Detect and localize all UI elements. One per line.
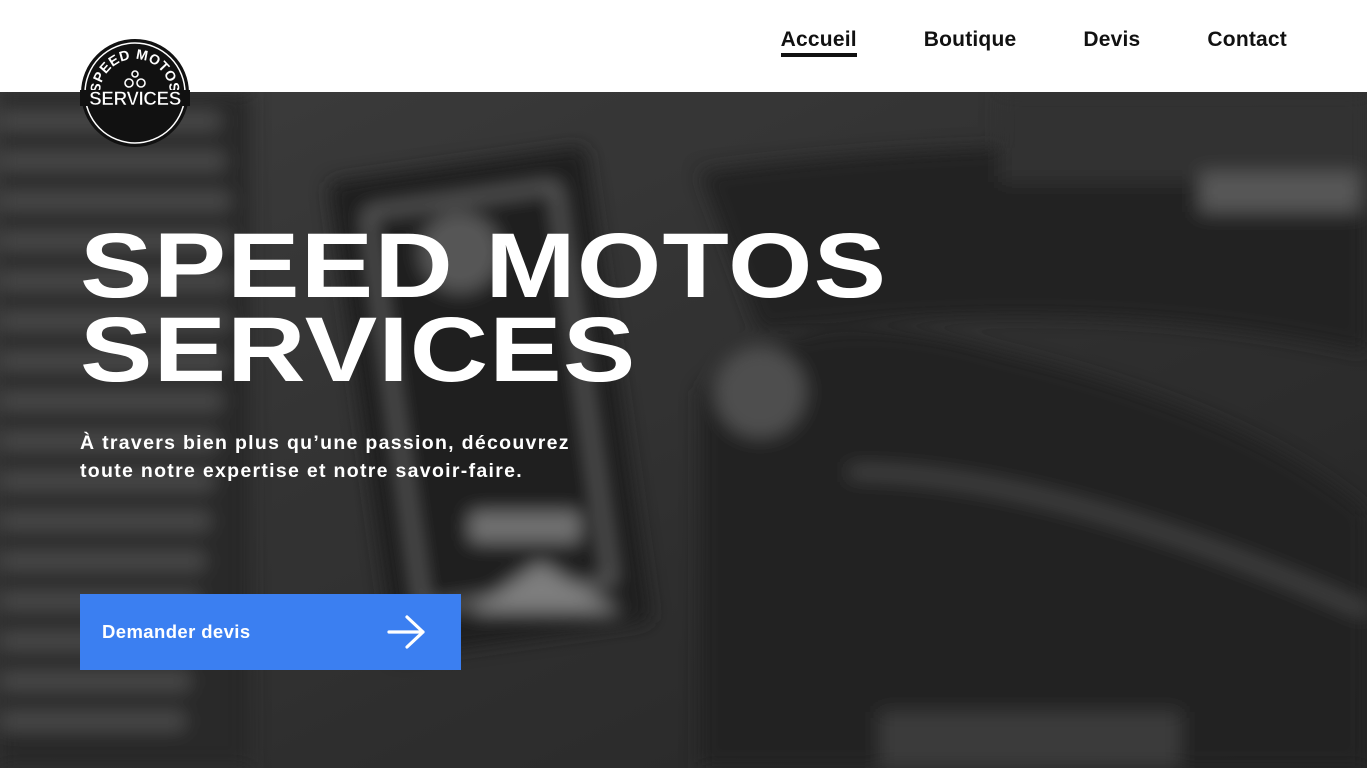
hero-subtitle-line1: À travers bien plus qu’une passion, déco…	[80, 432, 570, 454]
arrow-right-icon	[387, 615, 425, 649]
nav-item-boutique: Boutique	[924, 28, 1017, 55]
logo-bottom-text: SERVICES	[89, 89, 181, 110]
main-nav: Accueil Boutique Devis Contact	[780, 28, 1287, 57]
motorcycle-badge-logo-icon: SPEED MOTOS SERVICES	[80, 39, 190, 147]
hero-title-line2: SERVICES	[80, 299, 637, 401]
request-quote-button[interactable]: Demander devis	[80, 594, 461, 670]
nav-link-boutique[interactable]: Boutique	[924, 28, 1017, 55]
nav-link-accueil[interactable]: Accueil	[780, 28, 857, 57]
hero-title: SPEED MOTOS SERVICES	[80, 215, 1260, 401]
request-quote-label: Demander devis	[102, 621, 251, 642]
hero-subtitle: À travers bien plus qu’une passion, déco…	[80, 429, 800, 485]
nav-item-accueil: Accueil	[780, 28, 857, 57]
nav-link-devis[interactable]: Devis	[1083, 28, 1140, 55]
hero-subtitle-line2: toute notre expertise et notre savoir-fa…	[80, 460, 523, 482]
site-header: Accueil Boutique Devis Contact	[0, 0, 1367, 92]
site-logo[interactable]: SPEED MOTOS SERVICES	[80, 38, 190, 148]
hero-section: SPEED MOTOS SERVICES À travers bien plus…	[0, 92, 1367, 768]
hero-title-line1: SPEED MOTOS	[80, 215, 888, 317]
nav-item-contact: Contact	[1207, 28, 1287, 55]
nav-item-devis: Devis	[1083, 28, 1140, 55]
nav-link-contact[interactable]: Contact	[1207, 28, 1287, 55]
